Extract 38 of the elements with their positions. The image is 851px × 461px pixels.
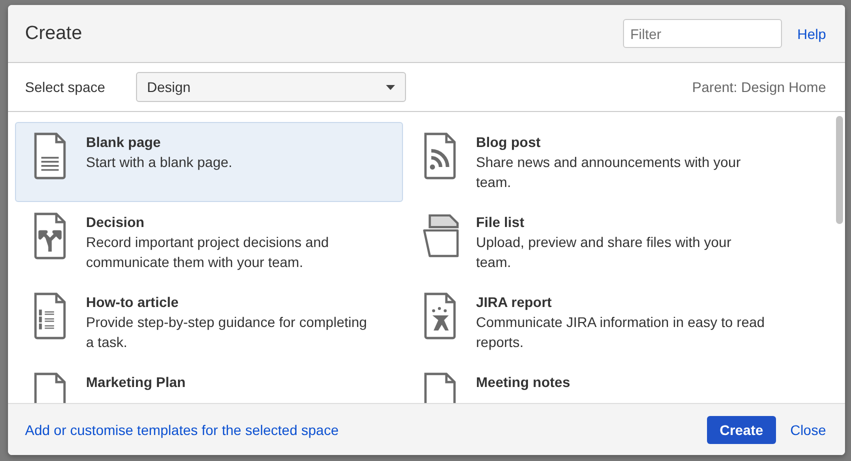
- template-item[interactable]: JIRA report Communicate JIRA information in easy to read reports.: [405, 282, 815, 362]
- parent-page-text: Parent: Design Home: [692, 79, 826, 95]
- template-title: Decision: [86, 213, 146, 232]
- template-description: Share news and announcements with your team.: [476, 153, 742, 192]
- template-item[interactable]: Decision Record important project decisions and communicate them with your team.: [15, 202, 403, 282]
- close-link[interactable]: Close: [790, 422, 826, 438]
- create-button[interactable]: Create: [706, 416, 776, 444]
- select-space-label: Select space: [25, 79, 106, 95]
- template-description: Upload, preview and share files with your team.: [476, 233, 732, 272]
- template-title: File list: [476, 213, 526, 232]
- dialog-title: Create: [25, 22, 84, 44]
- template-title: Blog post: [476, 133, 542, 152]
- document-icon: [32, 292, 68, 340]
- document-icon: [32, 212, 68, 260]
- template-item[interactable]: Marketing Plan: [15, 362, 403, 403]
- template-title: Meeting notes: [476, 373, 570, 392]
- document-icon: [422, 292, 458, 340]
- template-title: Blank page: [86, 133, 162, 152]
- customise-templates-link[interactable]: Add or customise templates for the selected space: [25, 422, 339, 438]
- template-title: Marketing Plan: [86, 373, 186, 392]
- space-dropdown[interactable]: Design: [136, 72, 406, 102]
- template-item[interactable]: Blank page Start with a blank page.: [15, 122, 403, 202]
- template-item[interactable]: Meeting notes: [405, 362, 815, 403]
- help-link[interactable]: Help: [797, 26, 826, 42]
- template-description: Start with a blank page.: [86, 153, 232, 172]
- document-icon: [32, 132, 68, 180]
- template-description: Communicate JIRA information in easy to read reports.: [476, 313, 766, 352]
- template-item[interactable]: How-to article Provide step-by-step guidance for completing a task.: [15, 282, 403, 362]
- scrollbar-thumb[interactable]: [836, 116, 842, 224]
- template-description: Provide step-by-step guidance for completing a task.: [86, 313, 368, 352]
- template-item[interactable]: Blog post Share news and announcements with your team.: [405, 122, 815, 202]
- template-title: JIRA report: [476, 293, 553, 312]
- document-icon: [422, 132, 458, 180]
- caret-icon: [386, 84, 395, 90]
- filter-field[interactable]: Filter: [623, 19, 782, 48]
- template-description: Record important project decisions and communicate them with your team.: [86, 233, 330, 272]
- template-title: How-to article: [86, 293, 180, 312]
- template-item[interactable]: File list Upload, preview and share files with your team.: [405, 202, 815, 282]
